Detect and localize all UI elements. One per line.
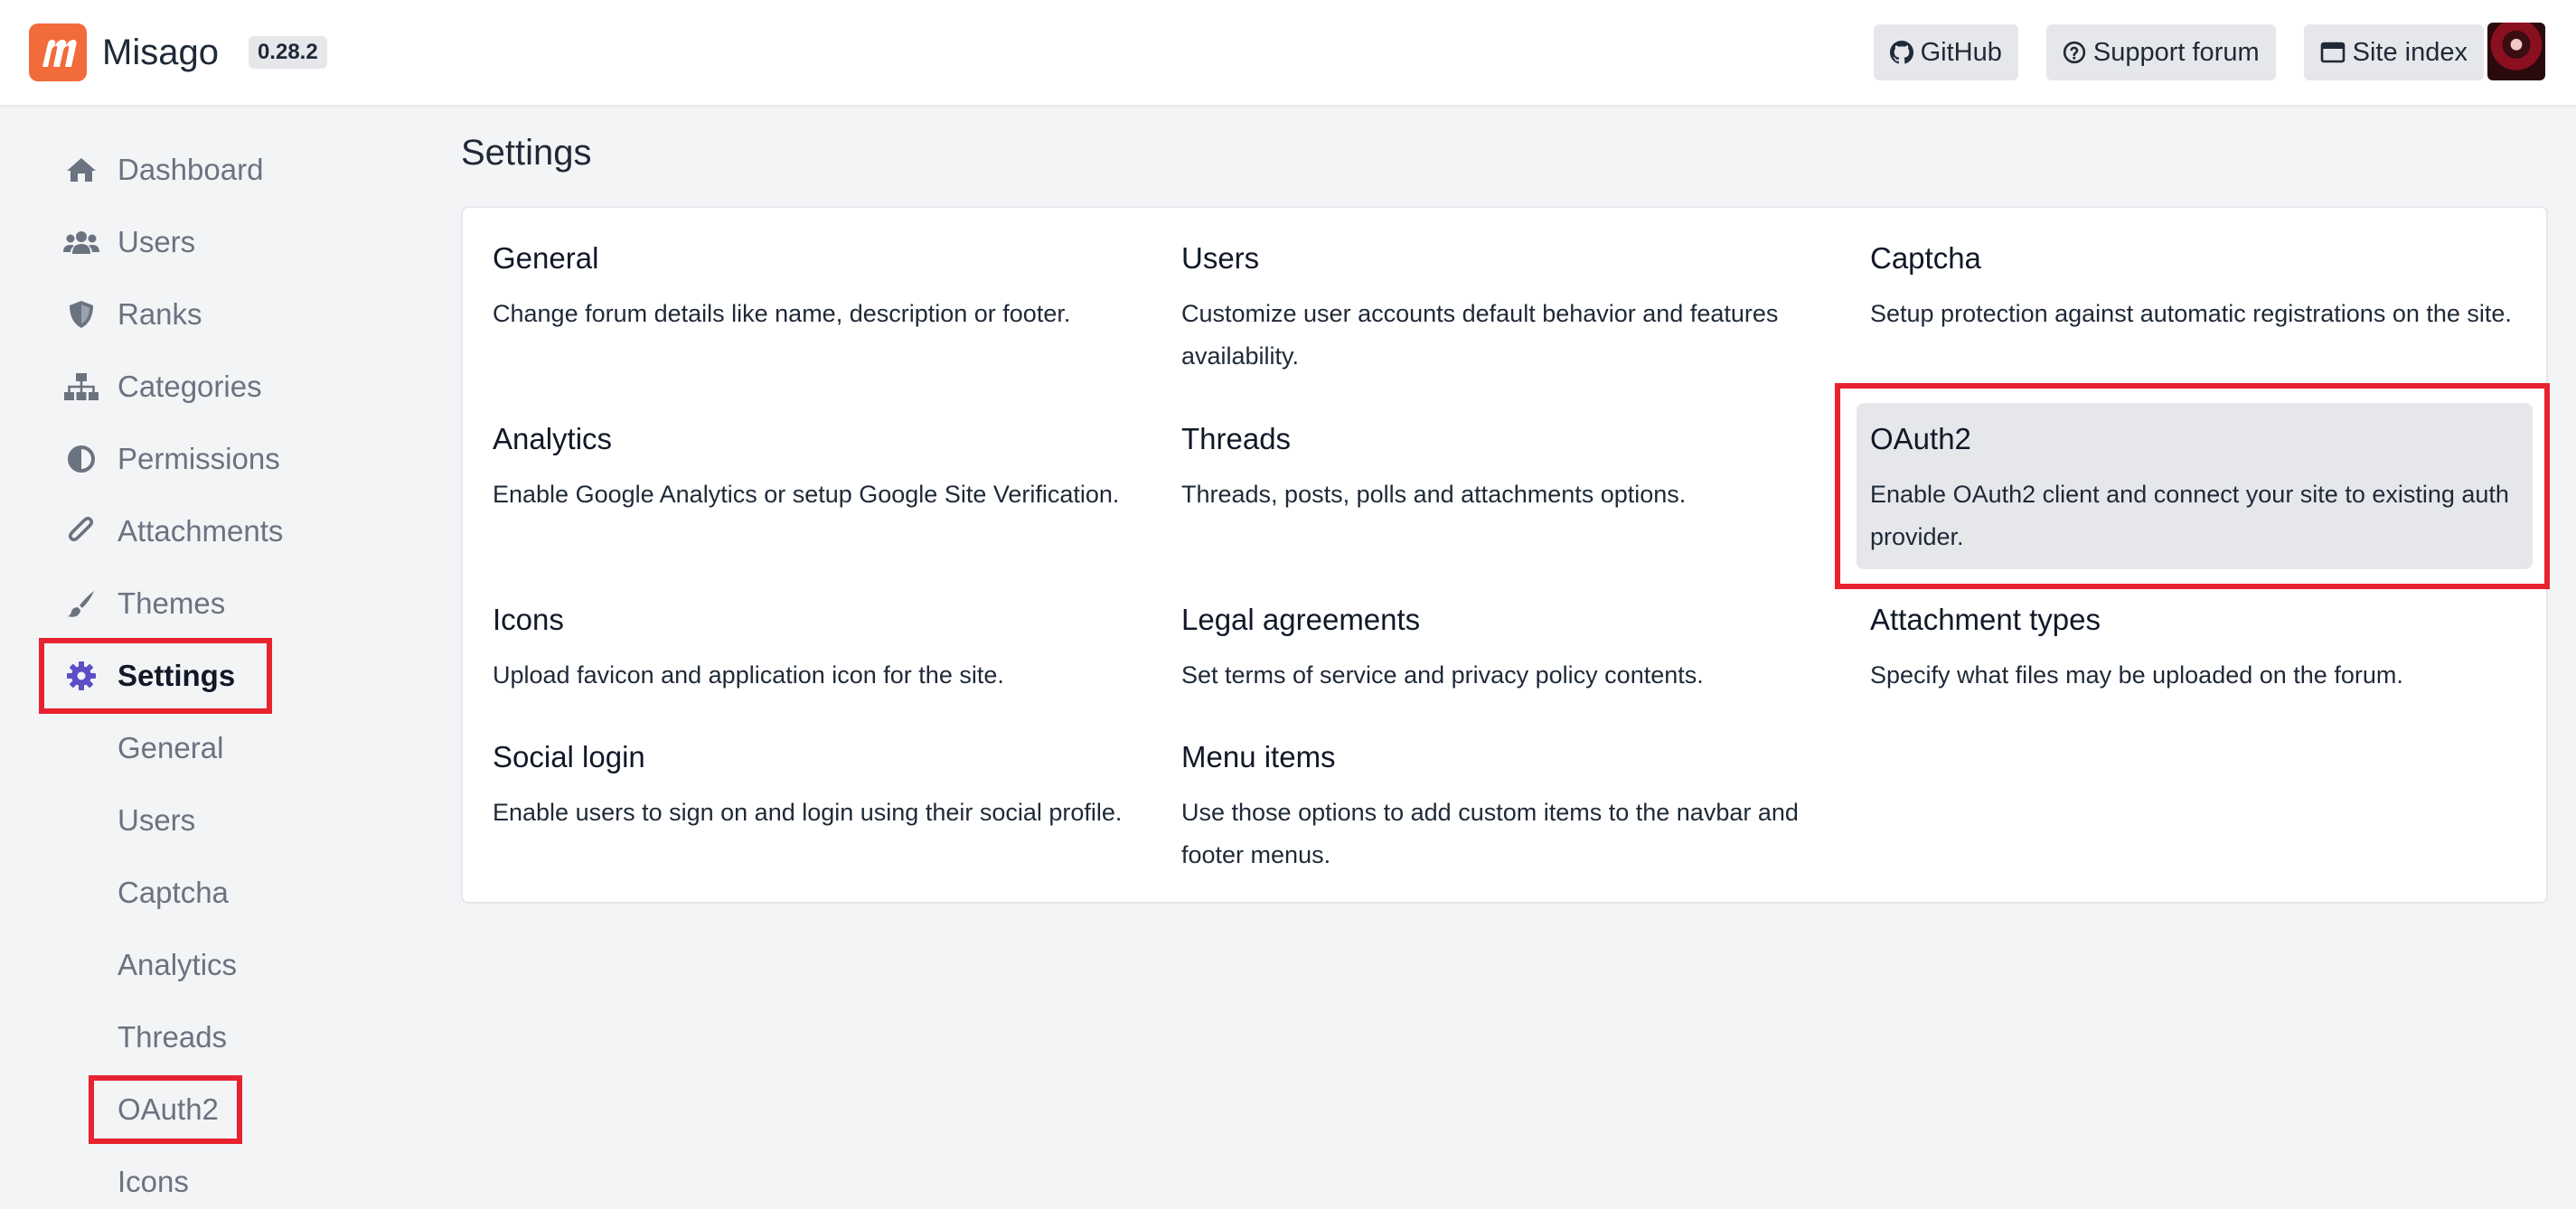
home-icon — [63, 156, 99, 183]
user-avatar[interactable] — [2487, 23, 2545, 80]
question-circle-icon — [2063, 41, 2086, 64]
github-button[interactable]: GitHub — [1873, 24, 2018, 80]
setting-title: Icons — [493, 603, 564, 636]
adjust-icon — [63, 445, 99, 473]
setting-icons[interactable]: Icons Upload favicon and application ico… — [493, 602, 1161, 697]
setting-general[interactable]: General Change forum details like name, … — [493, 240, 1161, 335]
setting-attachment-types[interactable]: Attachment types Specify what files may … — [1870, 602, 2539, 697]
setting-description: Change forum details like name, descript… — [493, 300, 1071, 327]
setting-title: Threads — [1181, 422, 1292, 455]
setting-users[interactable]: Users Customize user accounts default be… — [1181, 240, 1850, 378]
setting-description: Threads, posts, polls and attachments op… — [1181, 481, 1687, 508]
sidebar-item-categories[interactable]: Categories — [63, 360, 262, 414]
brand-name: Misago — [102, 32, 219, 72]
setting-title: Analytics — [493, 422, 613, 455]
setting-description: Setup protection against automatic regis… — [1870, 300, 2512, 327]
setting-title: Captcha — [1870, 241, 1981, 275]
version-badge: 0.28.2 — [248, 36, 327, 69]
github-icon — [1889, 41, 1913, 64]
setting-description: Upload favicon and application icon for … — [493, 661, 1004, 689]
navbar-buttons: GitHub Support forum Site index — [1873, 24, 2484, 80]
setting-legal-agreements[interactable]: Legal agreements Set terms of service an… — [1181, 602, 1850, 697]
setting-captcha[interactable]: Captcha Setup protection against automat… — [1870, 240, 2539, 335]
sidebar-item-label: Categories — [118, 370, 262, 403]
setting-title: General — [493, 241, 599, 275]
setting-description: Use those options to add custom items to… — [1181, 799, 1799, 868]
setting-analytics[interactable]: Analytics Enable Google Analytics or set… — [493, 421, 1161, 516]
setting-menu-items[interactable]: Menu items Use those options to add cust… — [1181, 739, 1850, 876]
setting-title: Legal agreements — [1181, 603, 1421, 636]
sidebar-subitem-icons[interactable]: Icons — [118, 1155, 189, 1209]
window-icon — [2320, 42, 2346, 63]
sidebar-subitem-captcha[interactable]: Captcha — [118, 866, 229, 920]
setting-title: Attachment types — [1870, 603, 2101, 636]
shield-icon — [63, 300, 99, 329]
sidebar-item-label: Ranks — [118, 297, 202, 331]
setting-description: Enable OAuth2 client and connect your si… — [1870, 481, 2509, 550]
site-index-button[interactable]: Site index — [2303, 24, 2484, 80]
page-title: Settings — [461, 133, 592, 173]
setting-description: Enable Google Analytics or setup Google … — [493, 481, 1120, 508]
setting-description: Set terms of service and privacy policy … — [1181, 661, 1704, 689]
sidebar-item-attachments[interactable]: Attachments — [63, 504, 283, 558]
setting-title: Social login — [493, 740, 645, 773]
setting-title: Menu items — [1181, 740, 1336, 773]
sidebar-subitem-general[interactable]: General — [118, 721, 223, 775]
sidebar-item-label: Themes — [118, 586, 226, 620]
setting-oauth2[interactable]: OAuth2 Enable OAuth2 client and connect … — [1857, 403, 2533, 569]
sidebar-item-settings[interactable]: Settings — [63, 649, 235, 703]
support-forum-button[interactable]: Support forum — [2045, 24, 2276, 80]
paperclip-icon — [63, 516, 99, 547]
paint-brush-icon — [63, 589, 99, 618]
sidebar-subitem-analytics[interactable]: Analytics — [118, 938, 237, 992]
sidebar-item-label: Settings — [118, 659, 236, 692]
sidebar-item-label: Permissions — [118, 442, 280, 475]
setting-title: OAuth2 — [1870, 422, 1971, 455]
sidebar-item-label: Users — [118, 225, 196, 258]
setting-title: Users — [1181, 241, 1260, 275]
sidebar-item-ranks[interactable]: Ranks — [63, 287, 202, 342]
sitemap-icon — [63, 372, 99, 401]
setting-description: Enable users to sign on and login using … — [493, 799, 1123, 826]
github-label: GitHub — [1920, 37, 2002, 67]
sidebar-item-dashboard[interactable]: Dashboard — [63, 143, 263, 197]
site-index-label: Site index — [2352, 37, 2468, 67]
sidebar-subitem-threads[interactable]: Threads — [118, 1010, 227, 1064]
sidebar-item-permissions[interactable]: Permissions — [63, 432, 280, 486]
misago-logo-icon — [29, 23, 87, 81]
support-forum-label: Support forum — [2092, 37, 2260, 67]
setting-description: Customize user accounts default behavior… — [1181, 300, 1779, 370]
sidebar-subitem-users[interactable]: Users — [118, 793, 195, 848]
gear-icon — [63, 661, 99, 691]
top-navbar: Misago 0.28.2 GitHub Support forum Site … — [0, 0, 2576, 105]
sidebar-item-users[interactable]: Users — [63, 215, 195, 269]
sidebar-item-label: Dashboard — [118, 153, 264, 186]
setting-threads[interactable]: Threads Threads, posts, polls and attach… — [1181, 421, 1850, 516]
sidebar-subitem-oauth2[interactable]: OAuth2 — [118, 1082, 219, 1137]
users-icon — [63, 229, 99, 256]
sidebar-item-label: Attachments — [118, 514, 284, 548]
sidebar-item-themes[interactable]: Themes — [63, 576, 225, 631]
brand[interactable]: Misago 0.28.2 — [29, 23, 327, 81]
setting-social-login[interactable]: Social login Enable users to sign on and… — [493, 739, 1161, 834]
setting-description: Specify what files may be uploaded on th… — [1870, 661, 2403, 689]
